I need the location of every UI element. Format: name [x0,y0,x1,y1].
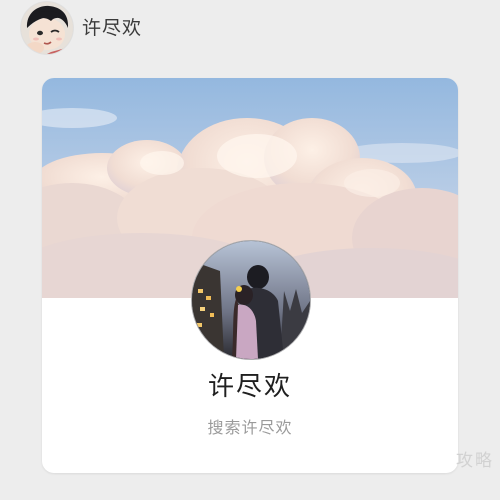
couple-photo-icon [192,241,310,359]
profile-avatar[interactable] [191,240,311,360]
contact-card[interactable]: 许尽欢 搜索许尽欢 [42,78,458,473]
watermark: 攻略 [456,451,494,471]
sender-name: 许尽欢 [82,17,143,39]
cartoon-avatar-icon [21,2,73,54]
sender-avatar[interactable] [21,2,73,54]
profile-name: 许尽欢 [207,372,292,402]
chat-screen: 许尽欢 许尽欢 搜索许尽欢 攻略 [0,0,500,500]
search-hint-link[interactable]: 搜索许尽欢 [42,417,458,439]
